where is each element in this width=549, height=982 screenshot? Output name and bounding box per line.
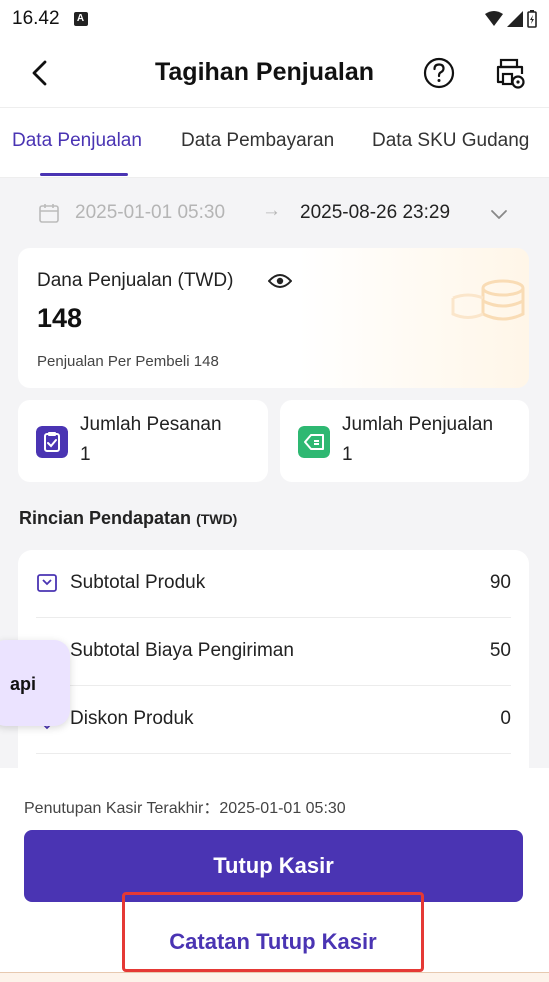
print-settings-icon[interactable]	[493, 56, 527, 90]
section-title-text: Rincian Pendapatan	[19, 508, 192, 528]
detail-row-diskon-produk: Diskon Produk 0	[36, 686, 511, 754]
active-tab-indicator	[40, 173, 128, 176]
sales-label: Dana Penjualan (TWD)	[37, 270, 234, 291]
battery-icon	[527, 10, 537, 28]
signal-icon	[507, 11, 523, 27]
income-detail-card: Subtotal Produk 90 Subtotal Biaya Pengir…	[18, 550, 529, 768]
close-cashier-records-button[interactable]: Catatan Tutup Kasir	[122, 892, 424, 972]
status-time: 16.42	[12, 8, 60, 29]
date-arrow: →	[262, 200, 281, 221]
tab-data-penjualan[interactable]: Data Penjualan	[12, 130, 142, 152]
section-title-unit: (TWD)	[196, 511, 238, 527]
content-area[interactable]: 2025-01-01 05:30 → 2025-08-26 23:29 Dana…	[0, 178, 549, 768]
order-count-card[interactable]: Jumlah Pesanan 1	[18, 400, 268, 482]
detail-row-value: 90	[489, 572, 511, 593]
clipboard-icon	[36, 426, 68, 458]
tab-bar: Data Penjualan Data Pembayaran Data SKU …	[0, 108, 549, 178]
help-icon[interactable]	[422, 56, 456, 90]
detail-row-subtotal-produk: Subtotal Produk 90	[36, 550, 511, 618]
detail-row-subtotal-pengiriman: Subtotal Biaya Pengiriman 50	[36, 618, 511, 686]
api-floating-button[interactable]: api	[0, 640, 70, 726]
income-detail-title: Rincian Pendapatan (TWD)	[19, 508, 237, 529]
box-icon	[37, 574, 57, 592]
eye-icon[interactable]	[268, 272, 292, 290]
detail-row-label: Diskon Produk	[70, 708, 194, 729]
detail-row-value: 0	[500, 708, 511, 729]
calendar-icon	[39, 204, 59, 223]
detail-row-label: Subtotal Produk	[70, 572, 206, 593]
wifi-icon	[485, 11, 503, 26]
footer-panel: Penutupan Kasir Terakhir：2025-01-01 05:3…	[0, 768, 549, 982]
api-floating-label: api	[10, 674, 37, 694]
order-count-value: 1	[80, 444, 91, 465]
tag-icon	[298, 426, 330, 458]
chevron-down-icon[interactable]	[488, 203, 510, 225]
status-bar: 16.42 A	[0, 0, 549, 38]
app-header: Tagihan Penjualan	[0, 38, 549, 108]
order-count-label: Jumlah Pesanan	[80, 414, 222, 435]
bottom-strip	[0, 972, 549, 982]
sim-card-icon: A	[73, 12, 88, 26]
sales-summary-card: Dana Penjualan (TWD) 148 Penjualan Per P…	[18, 248, 529, 388]
coins-icon	[451, 279, 525, 321]
date-range-selector[interactable]: 2025-01-01 05:30 → 2025-08-26 23:29	[0, 178, 549, 248]
date-start[interactable]: 2025-01-01 05:30	[75, 202, 225, 224]
status-icons	[485, 10, 537, 28]
sales-count-value: 1	[342, 444, 353, 465]
tab-data-pembayaran[interactable]: Data Pembayaran	[181, 130, 334, 152]
sales-count-label: Jumlah Penjualan	[342, 414, 494, 435]
sales-per-buyer: Penjualan Per Pembeli 148	[37, 353, 219, 370]
sales-count-card[interactable]: Jumlah Penjualan 1	[280, 400, 529, 482]
page-title: Tagihan Penjualan	[154, 58, 375, 86]
tab-data-sku-gudang[interactable]: Data SKU Gudang	[372, 130, 529, 152]
last-close-text: Penutupan Kasir Terakhir：2025-01-01 05:3…	[24, 800, 346, 817]
detail-row-value: 50	[489, 640, 511, 661]
detail-row-label: Subtotal Biaya Pengiriman	[70, 640, 294, 661]
sales-value: 148	[37, 303, 83, 333]
date-end[interactable]: 2025-08-26 23:29	[300, 202, 450, 224]
